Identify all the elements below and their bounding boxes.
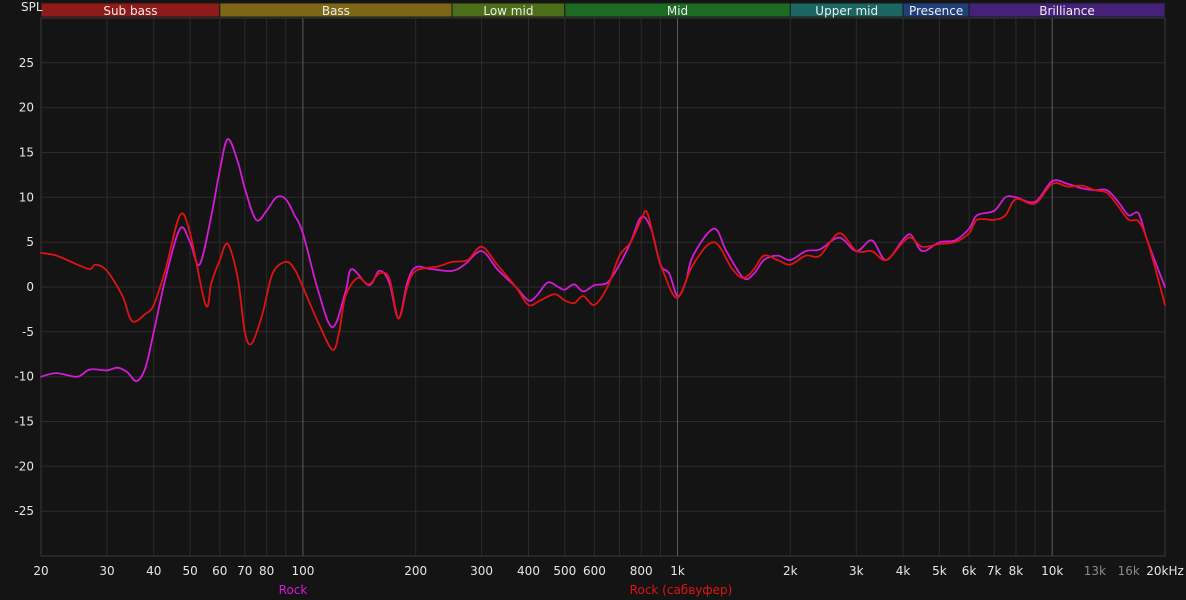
y-tick-label: -10: [14, 370, 34, 384]
y-axis-label: SPL: [21, 0, 43, 14]
x-tick-label: 300: [470, 564, 493, 578]
x-tick-label: 100: [291, 564, 314, 578]
x-tick-label: 70: [237, 564, 252, 578]
x-tick-label: 5k: [932, 564, 947, 578]
x-tick-label: 10k: [1041, 564, 1063, 578]
x-tick-label: 50: [182, 564, 197, 578]
band-label: Low mid: [483, 4, 533, 18]
frequency-response-chart: Sub bass Bass Low mid Mid Upper mid Presence B…: [0, 0, 1186, 600]
y-tick-label: 15: [19, 146, 34, 160]
x-tick-label: 20kHz: [1146, 564, 1184, 578]
frequency-band-strip: Sub bass Bass Low mid Mid Upper mid Presence B…: [40, 2, 1166, 18]
x-tick-label: 4k: [896, 564, 911, 578]
y-tick-label: 20: [19, 101, 34, 115]
y-tick-label: -20: [14, 459, 34, 473]
x-tick-label: 60: [212, 564, 227, 578]
x-tick-label: 800: [630, 564, 653, 578]
x-tick-label: 200: [404, 564, 427, 578]
x-tick-label: 3k: [849, 564, 864, 578]
y-tick-label: 25: [19, 56, 34, 70]
x-tick-label: 20: [33, 564, 48, 578]
x-tick-label: 8k: [1009, 564, 1024, 578]
legend-entry-rock-subwoofer[interactable]: Rock (сабвуфер): [630, 583, 733, 597]
x-tick-label: 2k: [783, 564, 798, 578]
y-tick-label: -25: [14, 504, 34, 518]
x-tick-label: 1k: [670, 564, 685, 578]
y-tick-label: 0: [26, 280, 34, 294]
band-label: Bass: [322, 4, 350, 18]
x-tick-label: 6k: [962, 564, 977, 578]
y-tick-label: -5: [22, 325, 34, 339]
band-label: Sub bass: [103, 4, 157, 18]
x-tick-label: 16k: [1118, 564, 1140, 578]
chart-background: [0, 0, 1186, 600]
x-tick-label: 30: [99, 564, 114, 578]
x-tick-label: 500: [553, 564, 576, 578]
band-label: Presence: [909, 4, 963, 18]
y-tick-label: 5: [26, 235, 34, 249]
y-tick-label: -15: [14, 415, 34, 429]
x-tick-label: 40: [146, 564, 161, 578]
x-tick-label: 600: [583, 564, 606, 578]
band-label: Upper mid: [815, 4, 878, 18]
band-label: Brilliance: [1039, 4, 1094, 18]
y-tick-label: 10: [19, 190, 34, 204]
x-tick-label: 7k: [987, 564, 1002, 578]
legend-entry-rock[interactable]: Rock: [279, 583, 308, 597]
band-label: Mid: [667, 4, 688, 18]
x-tick-label: 80: [259, 564, 274, 578]
x-tick-label: 400: [517, 564, 540, 578]
x-tick-label: 13k: [1084, 564, 1106, 578]
